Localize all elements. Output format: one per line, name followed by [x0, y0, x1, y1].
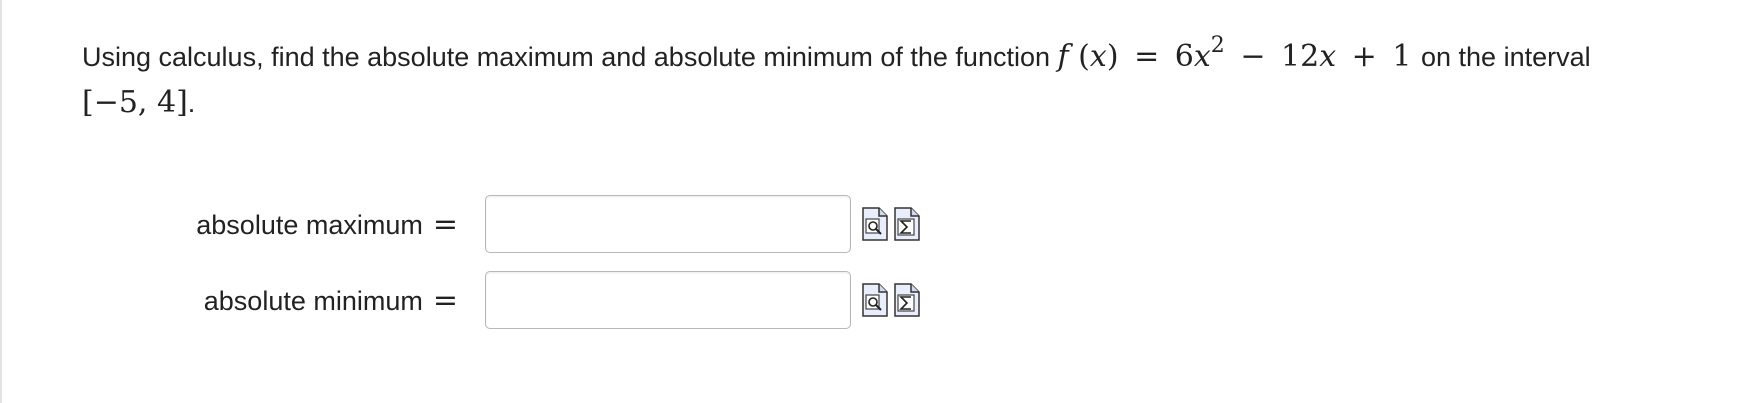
equation-editor-icon[interactable]: [894, 283, 920, 317]
coefficient-a: 6: [1174, 39, 1194, 74]
answer-label-text: absolute minimum: [203, 286, 423, 316]
absolute-maximum-input[interactable]: [485, 195, 851, 253]
paren-close: ): [1106, 39, 1119, 74]
answer-row-maximum: absolute maximum =: [0, 195, 1000, 255]
answer-equals: =: [432, 283, 458, 318]
function-expression: f (x) = 6x2 − 12x + 1: [1057, 35, 1421, 75]
equation-editor-icon[interactable]: [894, 207, 920, 241]
answer-label-wrap: absolute minimum =: [0, 271, 458, 331]
question-period: .: [187, 88, 196, 118]
variable-a: x: [1193, 39, 1211, 74]
answer-label-text: absolute maximum: [196, 210, 423, 240]
minus-sign: −: [1240, 39, 1266, 74]
plus-sign: +: [1351, 39, 1377, 74]
constant-term: 1: [1392, 39, 1412, 74]
coefficient-b: 12: [1281, 39, 1320, 74]
variable-b: x: [1319, 39, 1337, 74]
question-prompt: Using calculus, find the absolute maximu…: [82, 42, 1050, 72]
interval: [−5, 4]: [82, 85, 188, 120]
answer-label: absolute maximum =: [196, 205, 458, 245]
answer-equals: =: [432, 207, 458, 242]
function-name: f: [1057, 39, 1069, 74]
answer-row-minimum: absolute minimum =: [0, 271, 1000, 331]
equals-sign: =: [1134, 39, 1160, 74]
question-interval-text: on the interval: [1421, 42, 1591, 72]
answer-label: absolute minimum =: [204, 281, 458, 321]
function-variable: x: [1089, 39, 1107, 74]
paren-open: (: [1078, 39, 1090, 74]
answer-label-wrap: absolute maximum =: [0, 195, 458, 255]
preview-answer-icon[interactable]: [862, 283, 888, 317]
preview-answer-icon[interactable]: [862, 207, 888, 241]
absolute-minimum-input[interactable]: [485, 271, 851, 329]
exponent: 2: [1210, 33, 1225, 58]
question-text: Using calculus, find the absolute maximu…: [82, 34, 1722, 126]
